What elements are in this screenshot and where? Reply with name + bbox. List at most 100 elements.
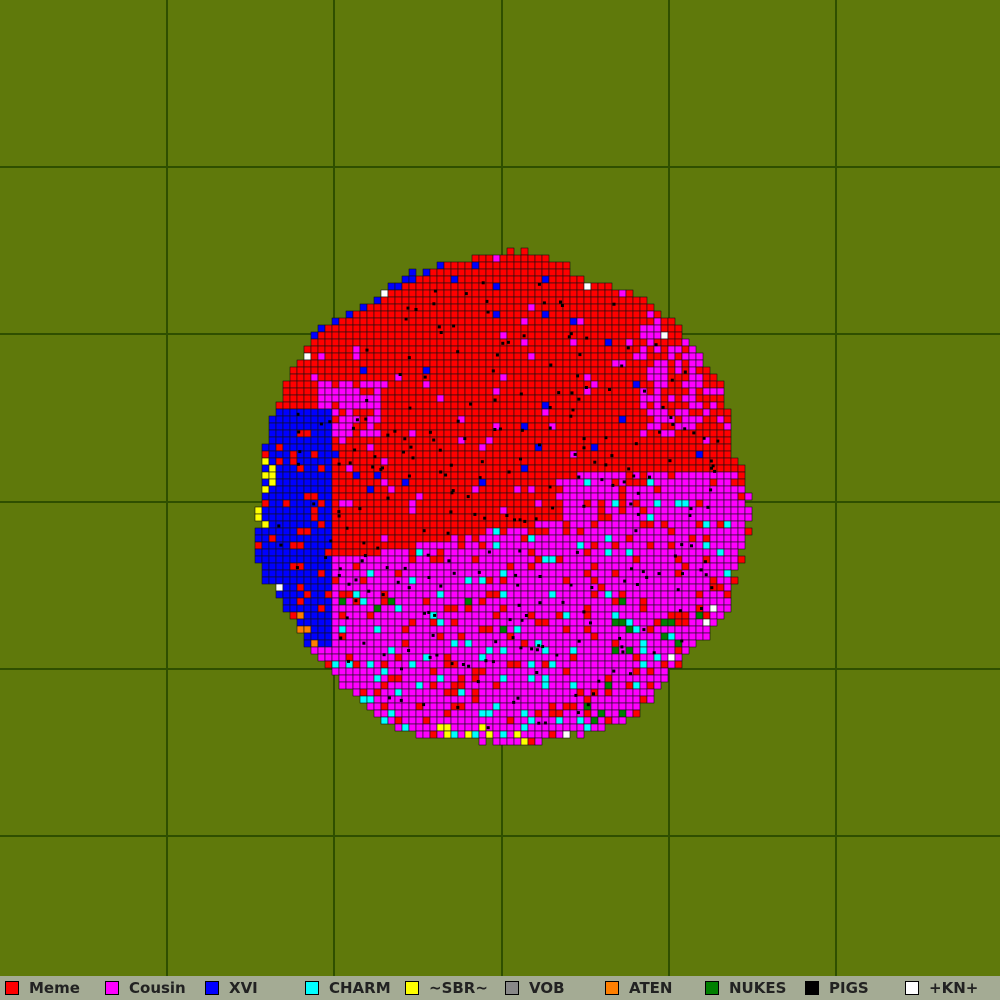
territory-tile	[450, 639, 459, 648]
territory-tile	[296, 611, 305, 620]
territory-tile	[471, 520, 480, 529]
territory-tile	[534, 317, 543, 326]
territory-tile	[541, 338, 550, 347]
territory-tile	[471, 639, 480, 648]
territory-tile	[429, 478, 438, 487]
world-map[interactable]	[0, 0, 1000, 976]
territory-tile	[450, 373, 459, 382]
territory-tile	[527, 618, 536, 627]
territory-tile	[506, 555, 515, 564]
territory-tile	[660, 429, 669, 438]
territory-tile	[275, 485, 284, 494]
territory-tile	[569, 359, 578, 368]
territory-tile	[534, 310, 543, 319]
territory-tile	[625, 338, 634, 347]
territory-tile	[338, 359, 347, 368]
territory-tile	[555, 492, 564, 501]
territory-tile	[485, 373, 494, 382]
territory-speck	[298, 450, 302, 454]
territory-tile	[541, 674, 550, 683]
territory-tile	[695, 506, 704, 515]
territory-tile	[583, 527, 592, 536]
territory-tile	[464, 618, 473, 627]
territory-tile	[443, 415, 452, 424]
territory-tile	[716, 562, 725, 571]
territory-tile	[492, 737, 501, 746]
territory-tile	[506, 541, 515, 550]
territory-tile	[534, 471, 543, 480]
territory-tile	[478, 289, 487, 298]
territory-tile	[380, 324, 389, 333]
territory-speck	[704, 573, 708, 577]
territory-tile	[569, 646, 578, 655]
territory-tile	[541, 345, 550, 354]
territory-tile	[296, 436, 305, 445]
territory-tile	[443, 394, 452, 403]
territory-tile	[310, 450, 319, 459]
territory-tile	[338, 373, 347, 382]
territory-tile	[324, 618, 333, 627]
territory-tile	[695, 471, 704, 480]
territory-tile	[366, 660, 375, 669]
territory-tile	[695, 422, 704, 431]
territory-tile	[485, 275, 494, 284]
territory-tile	[541, 478, 550, 487]
territory-tile	[639, 464, 648, 473]
territory-tile	[387, 583, 396, 592]
territory-tile	[303, 345, 312, 354]
territory-speck	[680, 543, 684, 547]
territory-tile	[282, 485, 291, 494]
territory-tile	[583, 541, 592, 550]
territory-tile	[639, 303, 648, 312]
territory-speck	[466, 495, 470, 499]
territory-tile	[730, 499, 739, 508]
territory-tile	[366, 373, 375, 382]
territory-tile	[443, 604, 452, 613]
territory-tile	[681, 436, 690, 445]
territory-speck	[561, 600, 565, 604]
territory-tile	[492, 303, 501, 312]
legend-item-aten: ATEN	[605, 976, 672, 1000]
territory-tile	[653, 331, 662, 340]
territory-tile	[674, 443, 683, 452]
territory-tile	[443, 499, 452, 508]
territory-speck	[414, 308, 418, 311]
territory-tile	[478, 310, 487, 319]
territory-tile	[464, 310, 473, 319]
territory-tile	[401, 275, 410, 284]
territory-tile	[513, 275, 522, 284]
territory-tile	[485, 569, 494, 578]
territory-tile	[317, 436, 326, 445]
territory-tile	[422, 464, 431, 473]
territory-tile	[352, 625, 361, 634]
territory-tile	[261, 506, 270, 515]
territory-tile	[716, 450, 725, 459]
territory-tile	[611, 394, 620, 403]
territory-tile	[485, 268, 494, 277]
territory-tile	[646, 520, 655, 529]
territory-tile	[317, 569, 326, 578]
territory-tile	[436, 401, 445, 410]
map-canvas[interactable]	[0, 0, 1000, 976]
territory-speck	[541, 645, 545, 649]
territory-tile	[506, 709, 515, 718]
territory-tile	[562, 268, 571, 277]
territory-tile	[653, 443, 662, 452]
territory-tile	[513, 485, 522, 494]
territory-tile	[534, 737, 543, 746]
territory-tile	[359, 478, 368, 487]
territory-tile	[373, 625, 382, 634]
territory-tile	[478, 632, 487, 641]
territory-tile	[380, 646, 389, 655]
territory-tile	[408, 373, 417, 382]
territory-tile	[485, 520, 494, 529]
territory-tile	[632, 674, 641, 683]
territory-tile	[408, 562, 417, 571]
territory-tile	[569, 366, 578, 375]
territory-tile	[709, 387, 718, 396]
territory-tile	[464, 702, 473, 711]
territory-tile	[513, 436, 522, 445]
territory-tile	[520, 737, 529, 746]
territory-tile	[604, 611, 613, 620]
territory-tile	[625, 639, 634, 648]
